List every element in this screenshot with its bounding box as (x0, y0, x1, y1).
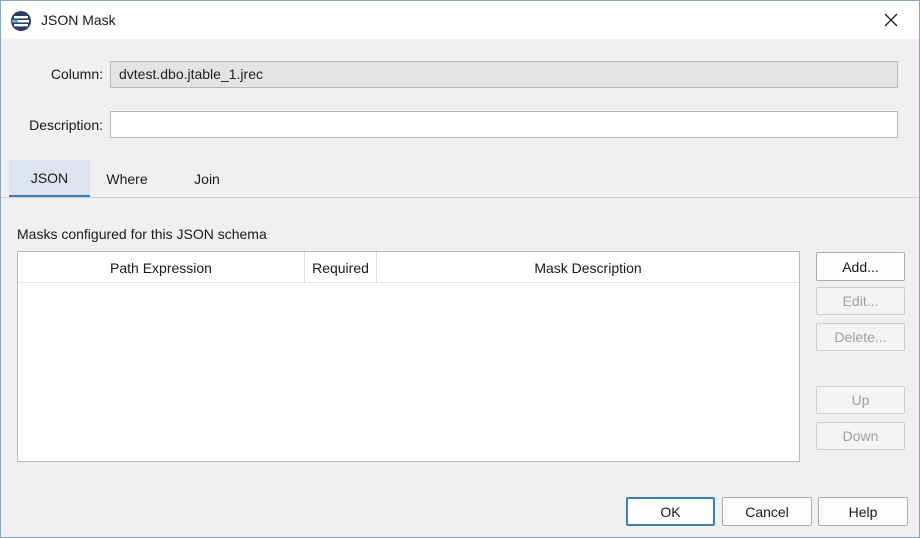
add-button[interactable]: Add... (816, 252, 905, 281)
tab-json[interactable]: JSON (9, 160, 90, 198)
tab-json-label: JSON (30, 169, 69, 186)
tab-join-label: Join (194, 171, 220, 187)
tab-where-label: Where (106, 171, 148, 187)
close-button[interactable] (871, 5, 911, 35)
down-button[interactable]: Down (816, 422, 905, 450)
ok-button[interactable]: OK (626, 497, 715, 526)
column-label: Column: (50, 66, 103, 82)
tab-where[interactable]: Where (90, 160, 164, 198)
json-mask-dialog: JSON Mask Column: dvtest.dbo.jtable_1.jr… (0, 0, 920, 538)
masks-table[interactable]: Path Expression Required Mask Descriptio… (17, 251, 800, 462)
masks-section-label: Masks configured for this JSON schema (17, 226, 267, 242)
edit-button[interactable]: Edit... (816, 287, 905, 315)
masks-table-header: Path Expression Required Mask Descriptio… (18, 252, 799, 283)
close-icon (884, 13, 898, 27)
description-input[interactable] (110, 111, 898, 138)
column-field: dvtest.dbo.jtable_1.jrec (110, 61, 898, 88)
description-label: Description: (29, 117, 103, 133)
database-app-icon (10, 10, 32, 32)
help-button[interactable]: Help (818, 497, 908, 526)
window-title: JSON Mask (41, 12, 116, 28)
cancel-button[interactable]: Cancel (722, 497, 812, 526)
tab-join[interactable]: Join (175, 160, 239, 198)
up-button[interactable]: Up (816, 386, 905, 414)
delete-button[interactable]: Delete... (816, 323, 905, 351)
column-header-path-expression[interactable]: Path Expression (18, 252, 305, 283)
column-header-required[interactable]: Required (305, 252, 377, 283)
title-bar: JSON Mask (1, 1, 919, 39)
column-header-mask-description[interactable]: Mask Description (377, 252, 799, 283)
tab-divider (1, 197, 919, 198)
